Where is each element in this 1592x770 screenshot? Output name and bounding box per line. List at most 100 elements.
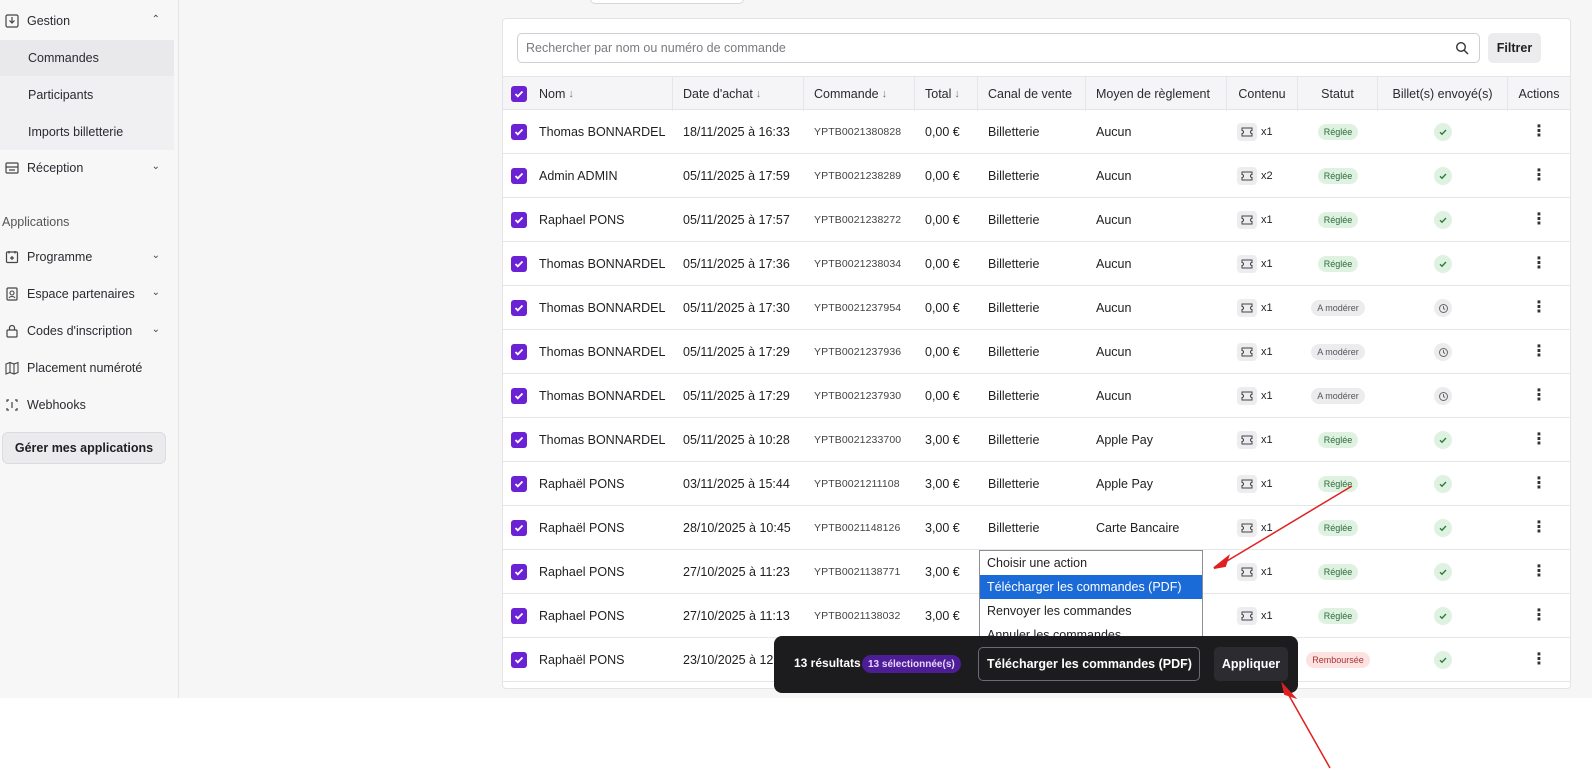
bulk-action-select[interactable]: Télécharger les commandes (PDF) ⌄ bbox=[978, 647, 1200, 681]
manage-apps-button[interactable]: Gérer mes applications bbox=[2, 432, 166, 464]
row-actions-button[interactable]: ⋮ bbox=[1508, 462, 1570, 506]
nav-programme[interactable]: Programme ⌄ bbox=[0, 242, 174, 272]
status-badge: Réglée bbox=[1317, 476, 1359, 492]
search-input[interactable]: Rechercher par nom ou numéro de commande bbox=[517, 33, 1480, 63]
row-actions-button[interactable]: ⋮ bbox=[1508, 594, 1570, 638]
row-checkbox[interactable] bbox=[511, 374, 527, 418]
row-checkbox[interactable] bbox=[511, 594, 527, 638]
nav-reception[interactable]: Réception ⌄ bbox=[0, 153, 174, 183]
table-row[interactable]: Thomas BONNARDEL 18/11/2025 à 16:33 YPTB00… bbox=[503, 110, 1570, 154]
cell-date: 28/10/2025 à 10:45 bbox=[683, 521, 791, 535]
col-total[interactable]: Total ↓ bbox=[915, 77, 978, 111]
table-row[interactable]: Raphael PONS 05/11/2025 à 17:57 YPTB002123… bbox=[503, 198, 1570, 242]
table-row[interactable]: Raphaël PONS 03/11/2025 à 15:44 YPTB002121… bbox=[503, 462, 1570, 506]
sort-arrow-icon: ↓ bbox=[881, 88, 888, 100]
cell-billets bbox=[1378, 418, 1508, 462]
nav-espace-partenaires[interactable]: Espace partenaires ⌄ bbox=[0, 279, 174, 309]
row-actions-button[interactable]: ⋮ bbox=[1508, 550, 1570, 594]
ticket-icon bbox=[1237, 299, 1257, 317]
nav-placement-numerote[interactable]: Placement numéroté bbox=[0, 353, 174, 383]
row-checkbox[interactable] bbox=[511, 506, 527, 550]
cell-total: 0,00 € bbox=[925, 213, 960, 227]
row-actions-button[interactable]: ⋮ bbox=[1508, 418, 1570, 462]
row-actions-button[interactable]: ⋮ bbox=[1508, 110, 1570, 154]
nav-codes-inscription[interactable]: Codes d'inscription ⌄ bbox=[0, 316, 174, 346]
chevron-up-icon: ⌃ bbox=[151, 14, 160, 25]
row-checkbox[interactable] bbox=[511, 242, 527, 286]
cell-contenu: x1 bbox=[1237, 242, 1273, 286]
row-checkbox[interactable] bbox=[511, 418, 527, 462]
row-actions-button[interactable]: ⋮ bbox=[1508, 154, 1570, 198]
action-dropdown-list[interactable]: Choisir une action Télécharger les comma… bbox=[979, 550, 1203, 646]
cell-total: 0,00 € bbox=[925, 169, 960, 183]
cell-commande: YPTB0021211108 bbox=[814, 478, 900, 490]
col-date[interactable]: Date d'achat ↓ bbox=[673, 77, 804, 111]
select-all-checkbox[interactable] bbox=[511, 86, 527, 102]
ticket-qty: x1 bbox=[1261, 478, 1273, 490]
row-checkbox[interactable] bbox=[511, 638, 527, 682]
cell-commande: YPTB0021237936 bbox=[814, 346, 902, 358]
bulk-action-bar: 13 résultats 13 sélectionnée(s) Téléchar… bbox=[774, 636, 1298, 693]
row-actions-button[interactable]: ⋮ bbox=[1508, 242, 1570, 286]
cell-contenu: x1 bbox=[1237, 198, 1273, 242]
row-actions-button[interactable]: ⋮ bbox=[1508, 506, 1570, 550]
cell-statut: Remboursée bbox=[1298, 638, 1378, 682]
row-checkbox[interactable] bbox=[511, 330, 527, 374]
option-resend-orders[interactable]: Renvoyer les commandes bbox=[980, 599, 1202, 623]
more-vertical-icon: ⋮ bbox=[1531, 607, 1547, 624]
row-checkbox[interactable] bbox=[511, 154, 527, 198]
nav-webhooks[interactable]: Webhooks bbox=[0, 390, 174, 420]
ticket-qty: x1 bbox=[1261, 434, 1273, 446]
webhook-icon bbox=[5, 398, 19, 412]
col-nom[interactable]: Nom ↓ bbox=[503, 77, 673, 111]
ticket-qty: x2 bbox=[1261, 170, 1273, 182]
filter-button[interactable]: Filtrer bbox=[1488, 33, 1541, 63]
option-choose-action[interactable]: Choisir une action bbox=[980, 551, 1202, 575]
row-checkbox[interactable] bbox=[511, 462, 527, 506]
chevron-down-icon: ⌄ bbox=[151, 324, 160, 335]
row-checkbox[interactable] bbox=[511, 198, 527, 242]
sidebar-item-commandes[interactable]: Commandes bbox=[0, 40, 174, 76]
table-row[interactable]: Thomas BONNARDEL 05/11/2025 à 10:28 YPTB00… bbox=[503, 418, 1570, 462]
cell-contenu: x1 bbox=[1237, 330, 1273, 374]
row-actions-button[interactable]: ⋮ bbox=[1508, 330, 1570, 374]
cell-moyen: Carte Bancaire bbox=[1096, 521, 1180, 535]
status-badge: Réglée bbox=[1317, 124, 1359, 140]
top-control-stub[interactable] bbox=[590, 0, 744, 4]
cell-contenu: x2 bbox=[1237, 154, 1273, 198]
table-row[interactable]: Admin ADMIN 05/11/2025 à 17:59 YPTB0021238… bbox=[503, 154, 1570, 198]
cell-commande: YPTB0021238272 bbox=[814, 214, 902, 226]
status-badge: Remboursée bbox=[1306, 652, 1370, 668]
row-actions-button[interactable]: ⋮ bbox=[1508, 198, 1570, 242]
selected-count-badge: 13 sélectionnée(s) bbox=[862, 655, 961, 673]
ticket-qty: x1 bbox=[1261, 566, 1273, 578]
table-row[interactable]: Thomas BONNARDEL 05/11/2025 à 17:36 YPTB00… bbox=[503, 242, 1570, 286]
row-checkbox[interactable] bbox=[511, 550, 527, 594]
nav-gestion[interactable]: Gestion ⌃ bbox=[0, 6, 174, 36]
apply-button[interactable]: Appliquer bbox=[1214, 647, 1288, 681]
row-actions-button[interactable]: ⋮ bbox=[1508, 638, 1570, 682]
row-checkbox[interactable] bbox=[511, 286, 527, 330]
search-icon[interactable] bbox=[1455, 41, 1469, 55]
row-checkbox[interactable] bbox=[511, 110, 527, 154]
cell-moyen: Aucun bbox=[1096, 301, 1132, 315]
clock-icon bbox=[1434, 299, 1452, 317]
cell-billets bbox=[1378, 462, 1508, 506]
row-actions-button[interactable]: ⋮ bbox=[1508, 374, 1570, 418]
ticket-qty: x1 bbox=[1261, 390, 1273, 402]
sidebar-item-imports-billetterie[interactable]: Imports billetterie bbox=[0, 114, 174, 150]
ticket-qty: x1 bbox=[1261, 610, 1273, 622]
nav-espace-partenaires-label: Espace partenaires bbox=[27, 287, 135, 301]
cell-nom: Raphael PONS bbox=[539, 565, 625, 579]
sidebar-item-participants[interactable]: Participants bbox=[0, 77, 174, 113]
check-icon bbox=[1434, 211, 1452, 229]
more-vertical-icon: ⋮ bbox=[1531, 563, 1547, 580]
table-row[interactable]: Raphaël PONS 28/10/2025 à 10:45 YPTB002114… bbox=[503, 506, 1570, 550]
table-row[interactable]: Thomas BONNARDEL 05/11/2025 à 17:29 YPTB00… bbox=[503, 374, 1570, 418]
table-row[interactable]: Thomas BONNARDEL 05/11/2025 à 17:30 YPTB00… bbox=[503, 286, 1570, 330]
col-commande[interactable]: Commande ↓ bbox=[804, 77, 915, 111]
option-download-pdf[interactable]: Télécharger les commandes (PDF) bbox=[980, 575, 1202, 599]
cell-canal: Billetterie bbox=[988, 433, 1040, 447]
row-actions-button[interactable]: ⋮ bbox=[1508, 286, 1570, 330]
table-row[interactable]: Thomas BONNARDEL 05/11/2025 à 17:29 YPTB00… bbox=[503, 330, 1570, 374]
